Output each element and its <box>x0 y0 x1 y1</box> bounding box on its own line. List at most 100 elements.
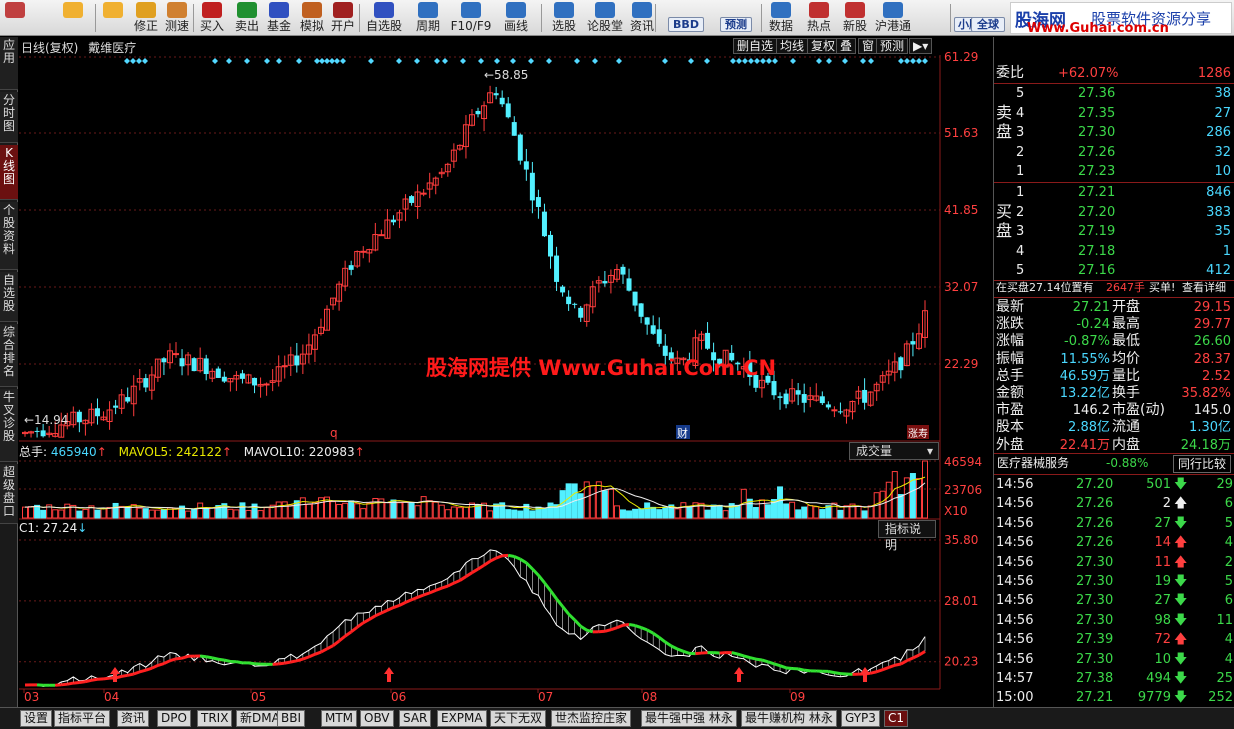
candle <box>529 161 535 214</box>
mavol10-value: 220983 <box>308 445 355 459</box>
quote-cell: 内盘 <box>1112 436 1140 453</box>
volume-bar <box>867 505 874 519</box>
peer-compare-button[interactable]: 同行比较 <box>1172 455 1231 473</box>
indicator-tab-14[interactable]: 最牛赚机构 林永 <box>741 710 837 727</box>
big-order-notice[interactable]: 在买盘27.14位置有 2647手 买单! 查看详细 <box>994 278 1234 297</box>
quote-cell: 14:56 <box>996 515 1034 531</box>
volume-bar <box>408 502 415 519</box>
volume-axis-label: 23706 <box>944 483 982 497</box>
volume-bar <box>475 504 482 519</box>
volume-bar <box>28 506 35 519</box>
indicator-tab-1[interactable]: 指标平台 <box>54 710 111 727</box>
signal-diamond <box>688 58 694 64</box>
quote-cell: 72 <box>1154 632 1171 648</box>
quote-cell: 14:56 <box>996 477 1034 492</box>
indicator-tab-0[interactable]: 设置 <box>20 710 53 727</box>
indicator-tab-3[interactable]: DPO <box>157 710 191 727</box>
volume-dropdown[interactable]: 成交量 ▾ <box>849 442 939 460</box>
indicator-tab-12[interactable]: 世杰监控庄家 <box>551 710 632 727</box>
candle <box>650 315 656 335</box>
volume-bar <box>396 502 403 519</box>
indicator-tab-10[interactable]: EXPMA <box>437 710 487 727</box>
candle <box>898 356 904 379</box>
signal-diamond <box>742 58 748 64</box>
candle <box>432 176 439 195</box>
indicator-tab-15[interactable]: GYP3 <box>841 710 880 727</box>
indicator-help-button[interactable]: 指标说明 <box>878 520 936 552</box>
candle <box>862 378 868 410</box>
candle <box>360 246 367 259</box>
volume-bar <box>686 506 693 519</box>
signal-diamond <box>494 58 500 64</box>
indicator-tab-4[interactable]: TRIX <box>197 710 233 727</box>
candle <box>269 369 276 392</box>
volume-bar <box>710 504 717 519</box>
chart-button-0[interactable]: 删自选 <box>733 38 778 54</box>
volume-bar <box>197 502 204 519</box>
chart-button-1[interactable]: 均线 <box>776 38 809 54</box>
indicator-tab-7[interactable]: MTM <box>321 710 358 727</box>
quote-cell: 27.26 <box>1076 515 1114 531</box>
event-marker-q: q <box>330 426 338 440</box>
quote-cell: 4 <box>1224 651 1233 667</box>
signal-diamond <box>212 58 218 64</box>
signal-diamond <box>276 58 282 64</box>
quote-cell: 2 <box>1162 496 1171 512</box>
signal-diamond <box>766 58 772 64</box>
sector-name[interactable]: 医疗器械服务 <box>997 454 1069 473</box>
volume-bar <box>148 509 155 519</box>
signal-diamond <box>910 58 916 64</box>
candle <box>493 86 499 100</box>
indicator-tab-6[interactable]: BBI <box>277 710 306 727</box>
indicator-tab-8[interactable]: OBV <box>360 710 394 727</box>
indicator-tab-16[interactable]: C1 <box>884 710 909 727</box>
quote-cell: +62.07% <box>1058 66 1119 81</box>
candle <box>831 406 838 418</box>
quote-cell: 25 <box>1216 671 1233 686</box>
bid-row: 2 27.20 383 <box>994 203 1234 222</box>
direction-arrow-icon: 🡇 <box>1174 477 1188 492</box>
quote-cell: 27 <box>1154 515 1171 531</box>
indicator-tab-11[interactable]: 天下无双 <box>490 710 547 727</box>
indicator-tab-13[interactable]: 最牛强中强 林永 <box>641 710 737 727</box>
candle <box>257 377 264 398</box>
candle <box>130 375 137 417</box>
direction-arrow-icon: 🡇 <box>1174 574 1188 589</box>
chart-button-2[interactable]: 复权 <box>807 38 840 54</box>
signal-diamond <box>592 58 598 64</box>
date-axis-label: 05 <box>251 690 266 704</box>
candle <box>221 371 227 383</box>
tick-row: 14:57 27.38 494 🡇 25 <box>994 669 1234 688</box>
chart-button-3[interactable]: 叠 <box>836 38 857 54</box>
direction-arrow-icon: 🡇 <box>1174 690 1188 706</box>
candle <box>499 90 505 108</box>
quote-cell: 27.23 <box>1078 164 1116 180</box>
quote-cell: 19 <box>1154 574 1171 589</box>
candle <box>299 344 306 375</box>
quote-cell: 24.18万 <box>1180 437 1231 453</box>
volume-bar <box>299 497 306 519</box>
quote-cell: 市盈(动) <box>1112 402 1165 419</box>
quote-cell: 1286 <box>1197 66 1231 81</box>
mavol5-value: 242122 <box>176 445 222 459</box>
signal-diamond <box>904 58 910 64</box>
quote-cell: 27.30 <box>1076 574 1114 589</box>
chart-button-4[interactable]: 窗 <box>858 38 879 54</box>
volume-bar <box>462 506 469 519</box>
candlestick-series <box>22 85 928 438</box>
volume-bar <box>541 508 548 519</box>
chart-menu-icon[interactable]: ▶▾ <box>909 38 933 54</box>
chart-button-5[interactable]: 预测 <box>876 38 909 54</box>
quote-cell: 4 <box>1224 535 1233 551</box>
event-marker-cai: 财 <box>677 426 688 440</box>
quote-cell: 46.59万 <box>1059 368 1110 384</box>
indicator-tab-9[interactable]: SAR <box>399 710 432 727</box>
indicator-tab-2[interactable]: 资讯 <box>117 710 150 727</box>
volume-bar <box>191 508 198 519</box>
tick-row: 14:56 27.39 72 🡅 4 <box>994 630 1234 649</box>
candle <box>475 107 481 118</box>
candle <box>281 355 288 379</box>
quote-cell: 27.30 <box>1076 612 1114 628</box>
volume-bar <box>354 503 361 519</box>
signal-diamond <box>842 58 848 64</box>
